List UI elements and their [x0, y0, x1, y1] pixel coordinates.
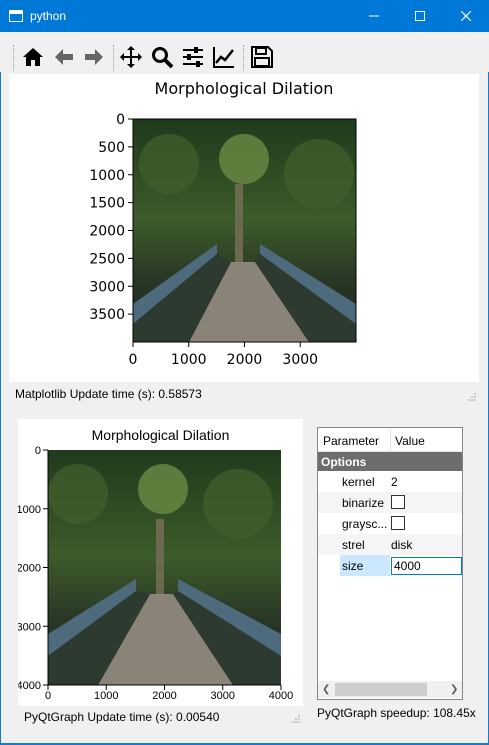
- pyqtgraph-y-tick-label: 0: [35, 445, 41, 457]
- matplotlib-y-tick-label: 500: [98, 140, 125, 156]
- maximize-icon: [415, 11, 425, 21]
- pyqtgraph-x-tick-label: 1000: [94, 690, 118, 702]
- toolbar-separator: [243, 45, 245, 71]
- pyqtgraph-x-tick-label: 3000: [211, 690, 235, 702]
- pyqtgraph-y-tick-label: 2000: [18, 563, 41, 575]
- param-label-grayscale: graysc...: [342, 517, 388, 531]
- edit-axis-button[interactable]: [212, 45, 238, 71]
- edit-axis-icon: [213, 47, 234, 68]
- pyqtgraph-y-tick-label: 4000: [18, 680, 41, 692]
- subplots-config-icon: [183, 47, 203, 67]
- param-label-size: size: [342, 559, 364, 573]
- parameter-tree[interactable]: Parameter Value Options kernel 2 binariz…: [317, 427, 463, 700]
- matplotlib-x-tick-label: 1000: [171, 352, 207, 368]
- forward-arrow-icon: [85, 49, 103, 65]
- options-group-row[interactable]: Options: [318, 452, 462, 471]
- param-value-strel[interactable]: disk: [391, 538, 412, 552]
- options-group-label: Options: [321, 455, 367, 469]
- matplotlib-toolbar: [0, 32, 489, 72]
- param-label-strel: strel: [342, 538, 365, 552]
- maximize-button[interactable]: [397, 0, 443, 32]
- matplotlib-y-tick-label: 2000: [89, 224, 125, 240]
- column-header-parameter[interactable]: Parameter: [323, 434, 379, 448]
- forward-button[interactable]: [82, 45, 108, 71]
- home-icon: [23, 48, 43, 66]
- pyqtgraph-plot[interactable]: Morphological Dilation 0 1000 2000 3000 4000…: [18, 419, 303, 706]
- matplotlib-y-tick-label: 1000: [89, 168, 125, 184]
- grayscale-checkbox[interactable]: [391, 516, 405, 530]
- size-input-value: 4000: [394, 559, 421, 573]
- speedup-label: PyQtGraph speedup: 108.45x: [317, 706, 476, 720]
- home-button[interactable]: [21, 45, 47, 71]
- zoom-button[interactable]: [150, 45, 176, 71]
- matplotlib-y-tick-label: 2500: [89, 251, 125, 267]
- size-input[interactable]: 4000: [391, 557, 462, 575]
- matplotlib-y-tick-label: 3500: [89, 307, 125, 323]
- param-row-strel[interactable]: strel disk: [318, 534, 462, 555]
- param-row-grayscale[interactable]: graysc...: [318, 513, 462, 534]
- pyqtgraph-x-tick-label: 4000: [269, 690, 293, 702]
- pan-button[interactable]: [119, 45, 145, 71]
- toolbar-separator: [113, 45, 115, 71]
- resize-grip-icon[interactable]: [292, 715, 300, 723]
- param-label-binarize: binarize: [342, 496, 385, 510]
- binarize-checkbox[interactable]: [391, 495, 405, 509]
- pyqtgraph-x-tick-label: 2000: [152, 690, 176, 702]
- resize-grip-icon[interactable]: [468, 393, 476, 401]
- pyqtgraph-x-tick-label: 0: [45, 690, 51, 702]
- scroll-left-icon[interactable]: ❮: [322, 684, 330, 695]
- matplotlib-x-tick-label: 2000: [227, 352, 263, 368]
- configure-subplots-button[interactable]: [181, 45, 207, 71]
- save-button[interactable]: [250, 45, 276, 71]
- matplotlib-x-tick-label: 0: [129, 352, 138, 368]
- matplotlib-y-tick-label: 0: [116, 112, 125, 128]
- param-row-size[interactable]: size 4000: [318, 555, 462, 576]
- matplotlib-y-tick-label: 3000: [89, 279, 125, 295]
- param-row-kernel[interactable]: kernel 2: [318, 471, 462, 492]
- app-window-icon: [9, 10, 23, 22]
- pan-move-icon: [120, 46, 142, 68]
- back-arrow-icon: [55, 49, 73, 65]
- close-icon: [461, 11, 471, 21]
- horizontal-scrollbar[interactable]: ❮ ❯: [318, 681, 462, 698]
- pyqtgraph-y-tick-label: 1000: [18, 504, 41, 516]
- pyqtgraph-update-time: PyQtGraph Update time (s): 0.00540: [24, 710, 220, 724]
- matplotlib-canvas[interactable]: Morphological Dilation 0 500 1000 1500 2000 2…: [9, 74, 479, 382]
- matplotlib-x-tick-label: 3000: [282, 352, 318, 368]
- matplotlib-y-tick-label: 1500: [89, 196, 125, 212]
- toolbar-grip: [13, 45, 15, 71]
- save-floppy-icon: [251, 46, 273, 68]
- matplotlib-image: [133, 119, 356, 342]
- column-header-value[interactable]: Value: [395, 434, 425, 448]
- pyqtgraph-y-tick-label: 3000: [18, 621, 41, 633]
- window-title: python: [30, 9, 67, 23]
- back-button[interactable]: [52, 45, 78, 71]
- scroll-right-icon[interactable]: ❯: [450, 684, 458, 695]
- scrollbar-thumb[interactable]: [335, 683, 427, 696]
- param-label-kernel: kernel: [342, 475, 375, 489]
- title-bar[interactable]: python: [0, 0, 489, 32]
- close-button[interactable]: [443, 0, 489, 32]
- matplotlib-axes: 0 500 1000 1500 2000 2500 3000 3500 0 1000 2000 30…: [89, 112, 357, 368]
- parameter-tree-header: Parameter Value: [318, 428, 462, 452]
- pyqtgraph-image: [48, 450, 281, 685]
- minimize-icon: [369, 15, 379, 17]
- zoom-magnifier-icon: [152, 47, 174, 69]
- param-row-binarize[interactable]: binarize: [318, 492, 462, 513]
- minimize-button[interactable]: [351, 0, 397, 32]
- matplotlib-update-time: Matplotlib Update time (s): 0.58573: [15, 387, 202, 401]
- param-value-kernel[interactable]: 2: [391, 475, 398, 489]
- pyqtgraph-axes: 0 1000 2000 3000 4000 0 1000 2000 3000 4000: [18, 445, 293, 702]
